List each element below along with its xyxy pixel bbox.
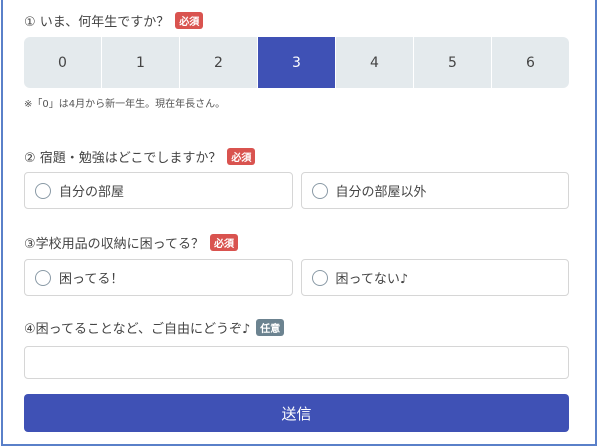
question-1-label: ① いま、何年生ですか？ 必須 [24,11,204,30]
grade-option-1[interactable]: 1 [102,37,180,88]
radio-circle-icon [311,182,328,199]
required-badge: 必須 [210,234,239,251]
grade-selector: 0 1 2 3 4 5 6 [24,37,569,88]
option-label: 自分の部屋 [59,185,125,200]
question-text: ② 宿題・勉強はどこでしますか？ [24,151,222,166]
radio-troubled[interactable]: 困ってる！ [24,259,293,296]
grade-option-6[interactable]: 6 [492,37,569,88]
question-2-label: ② 宿題・勉強はどこでしますか？ 必須 [24,147,256,166]
option-label: 困ってない♪ [335,272,409,287]
question-text: ④困ってることなど、ご自由にどうぞ♪ [24,322,251,337]
required-badge: 必須 [227,148,256,165]
grade-option-0[interactable]: 0 [24,37,102,88]
submit-button[interactable]: 送信 [24,394,569,432]
option-label: 自分の部屋以外 [335,185,427,200]
grade-option-4[interactable]: 4 [336,37,414,88]
grade-note: ※「0」は4月から新一年生。現在年長さん。 [24,99,226,110]
radio-circle-icon [35,269,51,286]
radio-circle-icon [35,182,51,199]
question-2-options: 自分の部屋 自分の部屋以外 [24,172,569,209]
option-label: 困ってる！ [59,272,124,287]
question-text: ① いま、何年生ですか？ [24,15,170,30]
radio-not-troubled[interactable]: 困ってない♪ [300,259,569,296]
radio-other-than-own-room[interactable]: 自分の部屋以外 [300,172,569,209]
grade-option-2[interactable]: 2 [180,37,258,88]
grade-option-5[interactable]: 5 [414,37,492,88]
free-comment-input[interactable] [24,346,569,379]
optional-badge: 任意 [256,319,285,336]
question-3-options: 困ってる！ 困ってない♪ [24,259,569,296]
required-badge: 必須 [175,12,204,29]
question-text: ③学校用品の収納に困ってる？ [24,237,205,252]
question-4-label: ④困ってることなど、ご自由にどうぞ♪ 任意 [24,318,285,337]
radio-circle-icon [311,269,328,286]
grade-option-3[interactable]: 3 [258,37,336,88]
radio-own-room[interactable]: 自分の部屋 [24,172,293,209]
question-3-label: ③学校用品の収納に困ってる？ 必須 [24,233,239,252]
